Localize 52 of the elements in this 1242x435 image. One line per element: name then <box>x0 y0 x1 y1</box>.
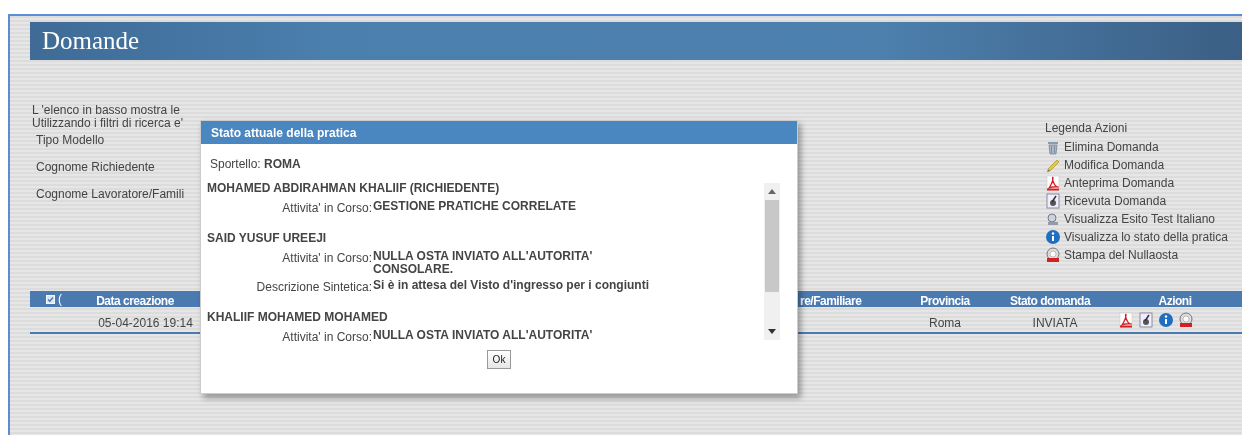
filter-label: Cognome Lavoratore/Famili <box>36 186 185 203</box>
field-value: NULLA OSTA INVIATO ALL'AUTORITA' CONSOLARE. <box>373 250 594 276</box>
magnifier-icon <box>1045 211 1061 227</box>
stamp-icon <box>1045 247 1061 263</box>
sportello-text: Sportello: ROMA <box>210 156 301 173</box>
intro-text: L 'elenco in basso mostra le <box>32 104 180 117</box>
legend-label: Ricevuta Domanda <box>1064 193 1167 210</box>
pencil-icon <box>1045 157 1061 173</box>
filter-label: Tipo Modello <box>36 132 105 149</box>
ok-button[interactable]: Ok <box>486 350 512 369</box>
legend-label: Anteprima Domanda <box>1064 175 1175 192</box>
receipt-icon[interactable] <box>1138 312 1154 328</box>
scrollbar[interactable] <box>764 183 780 340</box>
trash-icon <box>1045 139 1061 155</box>
info-icon <box>1045 229 1061 245</box>
field-value: NULLA OSTA INVIATO ALL'AUTORITA' <box>373 329 593 344</box>
column-header: Azioni <box>1157 293 1193 310</box>
column-header: re/Familiare <box>800 293 863 310</box>
column-header: Data creazione <box>95 293 175 310</box>
select-all-checkbox[interactable] <box>46 294 55 304</box>
stamp-icon[interactable] <box>1178 312 1194 328</box>
person-name: MOHAMED ABDIRAHMAN KHALIIF (RICHIEDENTE) <box>207 180 500 197</box>
dialog-title: Stato attuale della pratica <box>201 121 797 144</box>
info-icon[interactable] <box>1158 312 1174 328</box>
filter-label: Cognome Richiedente <box>36 159 155 176</box>
legend-label: Visualizza Esito Test Italiano <box>1064 211 1215 228</box>
field-label: Attivita' in Corso: <box>281 200 373 217</box>
field-value: Si è in attesa del Visto d'ingresso per i congiunti <box>373 279 650 294</box>
page-title: Domande <box>42 26 140 57</box>
scrollbar-thumb[interactable] <box>765 200 779 292</box>
column-header: Stato domanda <box>1008 293 1092 310</box>
legend-label: Visualizza lo stato della pratica <box>1064 229 1228 246</box>
scroll-up-icon[interactable] <box>768 189 776 194</box>
status-cell-text: INVIATA <box>1031 315 1079 332</box>
scroll-down-icon[interactable] <box>768 329 776 334</box>
field-label: Attivita' in Corso: <box>281 329 373 346</box>
field-label: Descrizione Sintetica: <box>255 279 373 296</box>
province-cell-text: Roma <box>928 315 962 332</box>
person-name: KHALIIF MOHAMED MOHAMED <box>207 309 388 326</box>
receipt-icon <box>1045 193 1061 209</box>
pdf-icon <box>1045 175 1061 191</box>
legend-label: Modifica Domanda <box>1064 157 1165 174</box>
pdf-icon[interactable] <box>1118 312 1134 328</box>
column-header: Provincia <box>919 293 972 310</box>
legend-label: Stampa del Nullaosta <box>1064 247 1179 264</box>
field-label: Attivita' in Corso: <box>281 250 373 267</box>
field-value: GESTIONE PRATICHE CORRELATE <box>373 200 576 215</box>
legend-title: Legenda Azioni <box>1045 120 1128 137</box>
intro-text: Utilizzando i filtri di ricerca e' <box>32 117 183 130</box>
header-text: ( <box>58 291 62 308</box>
legend-label: Elimina Domanda <box>1064 139 1159 156</box>
person-name: SAID YUSUF UREEJI <box>207 230 327 247</box>
